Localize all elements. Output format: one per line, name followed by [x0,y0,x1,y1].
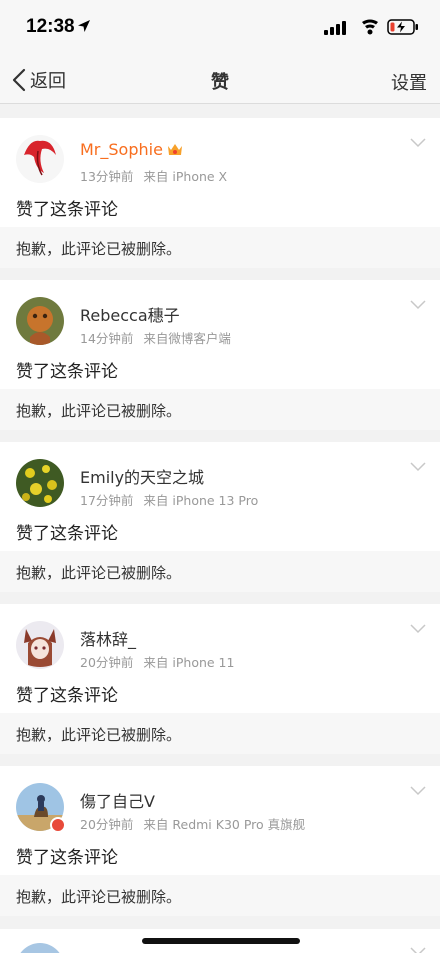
chevron-down-icon[interactable] [410,786,426,796]
page-title: 赞 [211,72,229,93]
quoted-comment[interactable]: 抱歉，此评论已被删除。 [0,389,440,430]
username[interactable]: Rebecca穗子 [80,302,180,326]
chevron-down-icon[interactable] [410,300,426,310]
avatar[interactable] [16,135,64,183]
quoted-comment[interactable]: 抱歉，此评论已被删除。 [0,551,440,592]
crown-icon [167,144,182,155]
post-source: 来自 iPhone X [143,169,228,184]
post-time: 13分钟前 [80,169,134,184]
signal-icon [324,21,346,35]
like-action-text: 赞了这条评论 [16,200,118,220]
post-time: 14分钟前 [80,331,134,346]
post-meta: 17分钟前 来自 iPhone 13 Pro [80,490,258,509]
like-card[interactable]: 落林辞_ 20分钟前 来自 iPhone 11 赞了这条评论 抱歉，此评论已被删除… [0,604,440,754]
status-icons [324,19,418,35]
post-source: 来自 iPhone 13 Pro [143,493,259,508]
post-time: 20分钟前 [80,817,134,832]
quoted-comment[interactable]: 抱歉，此评论已被删除。 [0,227,440,268]
like-card[interactable]: Rebecca穗子 14分钟前 来自微博客户端 赞了这条评论 抱歉，此评论已被删除… [0,280,440,430]
like-list: Mr_Sophie 13分钟前 来自 iPhone X 赞了这条评论 抱歉，此评论… [0,104,440,916]
status-time: 12:38 [26,16,75,37]
username[interactable]: 傷了自己V [80,788,155,812]
chevron-down-icon[interactable] [410,624,426,634]
quoted-comment[interactable]: 抱歉，此评论已被删除。 [0,713,440,754]
chevron-down-icon[interactable] [410,462,426,472]
quoted-comment[interactable]: 抱歉，此评论已被删除。 [0,875,440,916]
username[interactable]: 落林辞_ [80,626,136,650]
avatar[interactable] [16,297,64,345]
like-card[interactable]: 傷了自己V 20分钟前 来自 Redmi K30 Pro 真旗舰 赞了这条评论 抱… [0,766,440,916]
location-arrow-icon [78,20,90,32]
post-source: 来自微博客户端 [143,331,231,346]
avatar[interactable] [16,459,64,507]
post-source: 来自 iPhone 11 [143,655,235,670]
like-action-text: 赞了这条评论 [16,524,118,544]
like-card[interactable]: Mr_Sophie 13分钟前 来自 iPhone X 赞了这条评论 抱歉，此评论… [0,118,440,268]
like-action-text: 赞了这条评论 [16,362,118,382]
avatar[interactable] [16,621,64,669]
post-time: 20分钟前 [80,655,134,670]
post-meta: 20分钟前 来自 Redmi K30 Pro 真旗舰 [80,814,305,833]
username[interactable]: Emily的天空之城 [80,464,204,488]
post-time: 17分钟前 [80,493,134,508]
battery-icon [387,19,418,35]
wifi-icon [362,19,378,35]
like-action-text: 赞了这条评论 [16,686,118,706]
chevron-down-icon[interactable] [410,138,426,148]
home-indicator[interactable] [142,938,300,944]
post-meta: 13分钟前 来自 iPhone X [80,166,227,185]
nav-bar: 返回 赞 设置 [0,56,440,104]
verified-badge-icon [50,817,66,833]
post-source: 来自 Redmi K30 Pro 真旗舰 [143,817,306,832]
settings-button[interactable]: 设置 [391,69,427,95]
post-meta: 20分钟前 来自 iPhone 11 [80,652,234,671]
like-card[interactable]: Emily的天空之城 17分钟前 来自 iPhone 13 Pro 赞了这条评论 … [0,442,440,592]
like-action-text: 赞了这条评论 [16,848,118,868]
chevron-down-icon[interactable] [410,947,426,953]
avatar[interactable] [16,943,64,953]
username[interactable]: Mr_Sophie [80,140,184,159]
post-meta: 14分钟前 来自微博客户端 [80,328,231,347]
status-bar: 12:38 [0,0,440,56]
